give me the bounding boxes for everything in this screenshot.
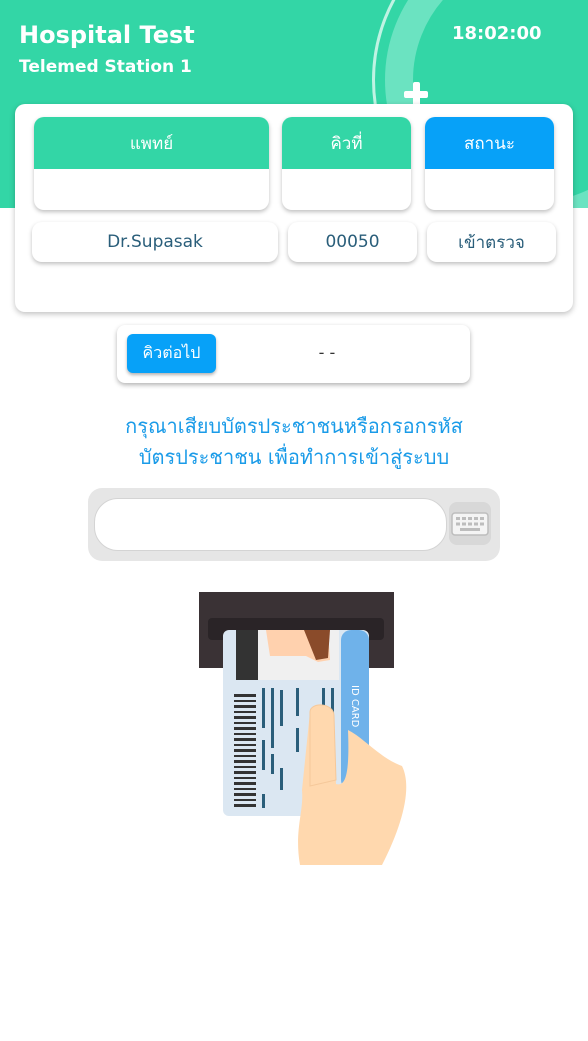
instruction-line-2: บัตรประชาชน เพื่อทำการเข้าสู่ระบบ — [138, 445, 450, 469]
id-card-label: ID CARD — [349, 685, 360, 728]
station-subtitle: Telemed Station 1 — [19, 57, 192, 77]
doctor-column-header: แพทย์ — [34, 117, 269, 169]
insert-id-card-illustration: ID CARD — [198, 590, 410, 868]
status-value: เข้าตรวจ — [427, 222, 556, 262]
id-input-container — [88, 488, 500, 561]
queue-number-value: 00050 — [288, 222, 417, 262]
clock-display: 18:02:00 — [452, 23, 542, 44]
doctor-column: แพทย์ — [34, 117, 269, 210]
status-column-header: สถานะ — [425, 117, 554, 169]
hospital-title: Hospital Test — [19, 21, 195, 49]
queue-number-column-header: คิวที่ — [282, 117, 411, 169]
id-card-number-input[interactable] — [94, 498, 447, 551]
keyboard-button[interactable] — [449, 502, 491, 545]
next-queue-button[interactable]: คิวต่อไป — [127, 334, 216, 373]
next-queue-panel: คิวต่อไป - - — [117, 325, 470, 383]
keyboard-icon — [451, 511, 489, 536]
queue-card: แพทย์ คิวที่ สถานะ Dr.Supasak 00050 เข้า… — [15, 104, 573, 312]
next-queue-value: - - — [318, 343, 336, 362]
instruction-line-1: กรุณาเสียบบัตรประชาชนหรือกรอกรหัส — [125, 414, 463, 438]
status-column: สถานะ — [425, 117, 554, 210]
id-card-reader-icon: ID CARD — [199, 592, 407, 865]
queue-number-column: คิวที่ — [282, 117, 411, 210]
doctor-name-value: Dr.Supasak — [32, 222, 278, 262]
plus-icon — [404, 82, 428, 106]
